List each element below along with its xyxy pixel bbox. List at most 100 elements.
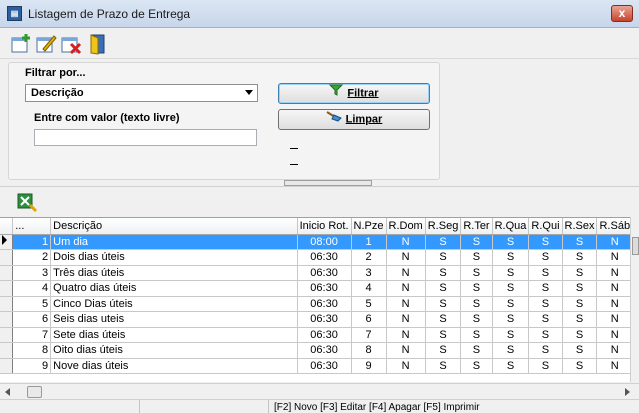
cell-rsab[interactable]: N: [596, 327, 634, 343]
cell-npze[interactable]: 9: [351, 358, 387, 374]
cell-rseg[interactable]: S: [425, 311, 462, 328]
cell-rsex[interactable]: S: [562, 265, 598, 281]
cell-id[interactable]: 4: [12, 280, 52, 297]
cell-descricao[interactable]: Um dia: [50, 234, 298, 250]
cell-npze[interactable]: 1: [351, 234, 387, 250]
cell-rseg[interactable]: S: [425, 342, 462, 359]
cell-rseg[interactable]: S: [425, 234, 462, 250]
cell-rqui[interactable]: S: [528, 234, 563, 250]
clear-button[interactable]: Limpar: [278, 109, 430, 130]
cell-rsex[interactable]: S: [562, 296, 598, 312]
cell-rdom[interactable]: N: [386, 265, 426, 281]
cell-rsex[interactable]: S: [562, 280, 598, 297]
table-row[interactable]: 8 Oito dias úteis 06:30 8 N S S S S S N: [0, 342, 639, 359]
cell-id[interactable]: 5: [12, 296, 52, 312]
header-rter[interactable]: R.Ter: [460, 218, 493, 235]
cell-rqua[interactable]: S: [492, 358, 530, 374]
cell-descricao[interactable]: Dois dias úteis: [50, 249, 298, 266]
header-rqua[interactable]: R.Qua: [492, 218, 530, 235]
cell-rsab[interactable]: N: [596, 311, 634, 328]
delete-record-icon[interactable]: [60, 33, 82, 55]
cell-rsab[interactable]: N: [596, 234, 634, 250]
cell-npze[interactable]: 8: [351, 342, 387, 359]
header-rsex[interactable]: R.Sex: [562, 218, 598, 235]
new-record-icon[interactable]: [10, 33, 32, 55]
header-rsab[interactable]: R.Sáb: [596, 218, 634, 235]
cell-rdom[interactable]: N: [386, 296, 426, 312]
cell-rseg[interactable]: S: [425, 296, 462, 312]
row-indicator[interactable]: [0, 342, 14, 359]
cell-inicio-rot[interactable]: 06:30: [297, 358, 352, 374]
cell-rqui[interactable]: S: [528, 265, 563, 281]
cell-rsab[interactable]: N: [596, 280, 634, 297]
cell-rqui[interactable]: S: [528, 249, 563, 266]
row-indicator[interactable]: [0, 280, 14, 297]
cell-rter[interactable]: S: [460, 234, 493, 250]
header-descricao[interactable]: Descrição: [50, 218, 298, 235]
cell-rqui[interactable]: S: [528, 296, 563, 312]
cell-rter[interactable]: S: [460, 342, 493, 359]
header-rseg[interactable]: R.Seg: [425, 218, 462, 235]
scroll-left-icon[interactable]: [4, 388, 12, 396]
cell-rsex[interactable]: S: [562, 234, 598, 250]
cell-rsex[interactable]: S: [562, 342, 598, 359]
cell-rsex[interactable]: S: [562, 249, 598, 266]
cell-rqui[interactable]: S: [528, 342, 563, 359]
cell-rseg[interactable]: S: [425, 249, 462, 266]
table-row[interactable]: 1 Um dia 08:00 1 N S S S S S N: [0, 234, 639, 250]
row-indicator[interactable]: [0, 327, 14, 343]
vertical-scrollbar[interactable]: [630, 217, 639, 382]
cell-rsab[interactable]: N: [596, 296, 634, 312]
cell-npze[interactable]: 5: [351, 296, 387, 312]
table-row[interactable]: 7 Sete dias úteis 06:30 7 N S S S S S N: [0, 327, 639, 343]
cell-descricao[interactable]: Sete dias úteis: [50, 327, 298, 343]
cell-id[interactable]: 3: [12, 265, 52, 281]
cell-rsab[interactable]: N: [596, 342, 634, 359]
cell-rqua[interactable]: S: [492, 342, 530, 359]
cell-rter[interactable]: S: [460, 327, 493, 343]
header-inicio-rot[interactable]: Inicio Rot.: [297, 218, 352, 235]
cell-id[interactable]: 6: [12, 311, 52, 328]
header-npze[interactable]: N.Pze: [351, 218, 387, 235]
cell-rqua[interactable]: S: [492, 249, 530, 266]
cell-id[interactable]: 9: [12, 358, 52, 374]
cell-rdom[interactable]: N: [386, 358, 426, 374]
cell-rqua[interactable]: S: [492, 311, 530, 328]
cell-inicio-rot[interactable]: 06:30: [297, 342, 352, 359]
row-indicator[interactable]: [0, 249, 14, 266]
row-indicator[interactable]: [0, 234, 14, 250]
close-button[interactable]: x: [611, 5, 633, 22]
cell-rqua[interactable]: S: [492, 327, 530, 343]
cell-rsex[interactable]: S: [562, 327, 598, 343]
cell-rdom[interactable]: N: [386, 327, 426, 343]
cell-rdom[interactable]: N: [386, 249, 426, 266]
cell-npze[interactable]: 2: [351, 249, 387, 266]
cell-rsab[interactable]: N: [596, 249, 634, 266]
header-rqui[interactable]: R.Qui: [528, 218, 563, 235]
table-row[interactable]: 5 Cinco Dias úteis 06:30 5 N S S S S S N: [0, 296, 639, 312]
filter-value-input[interactable]: [34, 129, 257, 146]
cell-rqui[interactable]: S: [528, 327, 563, 343]
cell-rqua[interactable]: S: [492, 234, 530, 250]
cell-rseg[interactable]: S: [425, 358, 462, 374]
cell-rsab[interactable]: N: [596, 265, 634, 281]
row-indicator[interactable]: [0, 358, 14, 374]
scroll-right-icon[interactable]: [623, 388, 631, 396]
cell-rqua[interactable]: S: [492, 280, 530, 297]
cell-id[interactable]: 7: [12, 327, 52, 343]
cell-rseg[interactable]: S: [425, 280, 462, 297]
filter-field-select[interactable]: Descrição: [25, 84, 258, 102]
cell-rqua[interactable]: S: [492, 265, 530, 281]
cell-rdom[interactable]: N: [386, 311, 426, 328]
row-indicator[interactable]: [0, 311, 14, 328]
row-indicator[interactable]: [0, 296, 14, 312]
cell-npze[interactable]: 3: [351, 265, 387, 281]
cell-inicio-rot[interactable]: 08:00: [297, 234, 352, 250]
cell-inicio-rot[interactable]: 06:30: [297, 311, 352, 328]
cell-npze[interactable]: 6: [351, 311, 387, 328]
cell-descricao[interactable]: Seis dias uteis: [50, 311, 298, 328]
cell-rter[interactable]: S: [460, 311, 493, 328]
table-row[interactable]: 2 Dois dias úteis 06:30 2 N S S S S S N: [0, 249, 639, 266]
header-id[interactable]: ...: [12, 218, 52, 235]
cell-inicio-rot[interactable]: 06:30: [297, 265, 352, 281]
